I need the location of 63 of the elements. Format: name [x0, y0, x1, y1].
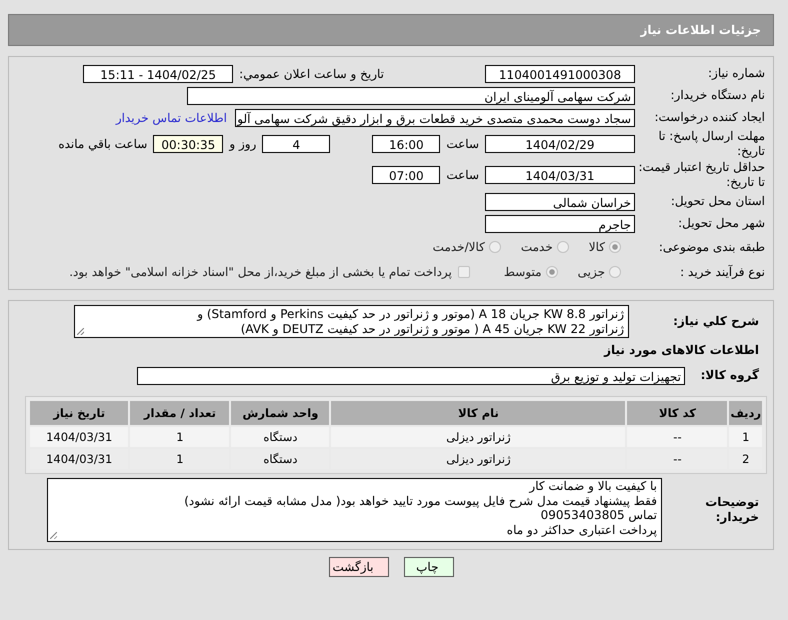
radio-button[interactable] — [546, 266, 558, 278]
field-label: شرح کلي نياز: — [672, 314, 760, 329]
field-label: جزیی — [578, 265, 605, 279]
field-label: کالا — [588, 240, 605, 254]
field-label: ساعت — [446, 168, 479, 182]
table-cell: -- — [627, 427, 728, 447]
text-field[interactable]: 1404/02/29 — [485, 135, 635, 153]
column-header: نام کالا — [331, 401, 626, 425]
text-field[interactable]: 4 — [262, 135, 330, 153]
table-cell: 1404/03/31 — [30, 427, 128, 447]
field-label: نوع فرآیند خرید : — [679, 264, 766, 280]
text-field[interactable]: 1104001491000308 — [485, 64, 635, 82]
text-field[interactable]: 1404/02/25 - 15:11 — [83, 64, 234, 82]
field-label: نام دستگاه خریدار: — [670, 88, 766, 103]
print-button[interactable]: چاپ — [404, 557, 454, 577]
column-header: تاریخ نیاز — [30, 401, 128, 425]
table-cell: دستگاه — [231, 427, 330, 447]
column-header: واحد شمارش — [231, 401, 330, 425]
back-button[interactable]: بازگشت — [328, 557, 388, 577]
table-cell: 1 — [130, 427, 230, 447]
field-label: پرداخت تمام یا بخشی از مبلغ خرید،از محل "اسناد خزانه اسلامی" خواهد بود. — [69, 265, 452, 279]
contact-link[interactable]: اطلاعات تماس خریدار — [116, 110, 227, 124]
field-label: شهر محل تحویل: — [677, 216, 766, 231]
checkbox[interactable] — [458, 266, 470, 278]
table-cell: 1 — [729, 427, 762, 447]
column-header: کد کالا — [627, 401, 728, 425]
text-field[interactable]: تجهیزات تولید و توزیع برق — [137, 366, 685, 384]
field-label: ساعت باقي مانده — [58, 137, 148, 151]
resize-grip-icon — [77, 328, 84, 335]
field-label: خدمت — [520, 240, 553, 254]
resize-grip-icon — [50, 532, 57, 539]
notes-field[interactable]: با کیفیت بالا و ضمانت کار فقط پیشنهاد قیمت مدل شرح فایل پیوست مورد تایید خواهد بود( مدل مشابه قیمت ارائه نشود) تماس 09053403805 پرداخت اعتباری حداکثر دو ماه — [47, 478, 662, 542]
text-field[interactable]: خراسان شمالی — [485, 192, 635, 210]
radio-button[interactable] — [488, 241, 501, 253]
column-header: ردیف — [729, 401, 762, 425]
field-label: کالا/خدمت — [432, 240, 485, 254]
field-label: مهلت ارسال پاسخ: تا تاریخ: — [657, 129, 766, 159]
countdown-field[interactable]: 00:30:35 — [153, 135, 224, 153]
column-header: تعداد / مقدار — [130, 401, 230, 425]
field-label: متوسط — [504, 265, 542, 279]
field-label: استان محل تحویل: — [670, 194, 766, 209]
description-field[interactable]: ژنراتور KW 8.8 جریان A 18 (موتور و ژنراتور در حد کیفیت Perkins و Stamford) و ژنراتور KW 22 جریان A 45 ( موتور و ژنراتور در حد کیفیت DEUTZ و AVK) — [74, 305, 629, 338]
radio-button[interactable] — [609, 241, 621, 253]
field-label: شماره نیاز: — [707, 66, 766, 81]
field-label: حداقل تاریخ اعتبار قیمت: تا تاریخ: — [637, 160, 766, 190]
radio-button[interactable] — [556, 241, 569, 253]
field-label: روز و — [229, 137, 256, 151]
text-field[interactable]: 16:00 — [372, 135, 440, 153]
field-label: طبقه بندی موضوعی: — [658, 240, 766, 254]
text-field[interactable]: 1404/03/31 — [485, 166, 635, 184]
field-label: تاریخ و ساعت اعلان عمومي: — [239, 66, 384, 80]
radio-button[interactable] — [609, 266, 621, 278]
section-title: اطلاعات کالاهای مورد نیاز — [602, 342, 760, 359]
field-label: توضیحات خریدار: — [704, 495, 760, 525]
text-field[interactable]: شرکت سهامی آلومینای ایران — [187, 86, 635, 104]
field-label: ایجاد کننده درخواست: — [653, 110, 766, 125]
table-cell: ژنراتور دیزلی — [331, 427, 626, 447]
page-header: جزئیات اطلاعات نیاز — [8, 14, 774, 46]
text-field[interactable]: سجاد دوست محمدی متصدی خرید قطعات برق و ابزار دقیق شرکت سهامی آلو — [235, 108, 635, 126]
text-field[interactable]: جاجرم — [485, 214, 635, 232]
text-field[interactable]: 07:00 — [372, 166, 440, 184]
field-label: ساعت — [446, 137, 479, 151]
field-label: گروه کالا: — [700, 368, 760, 383]
